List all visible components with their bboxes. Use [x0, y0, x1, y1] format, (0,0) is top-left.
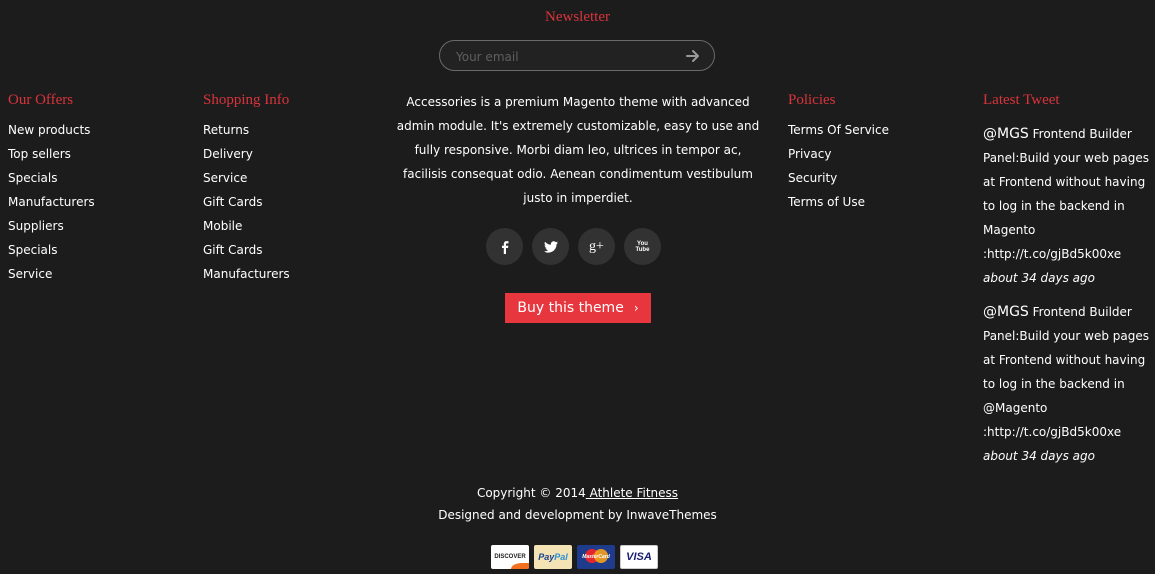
twitter-icon[interactable] — [532, 228, 569, 265]
paypal-card-icon: Pay Pal — [534, 545, 572, 569]
athlete-fitness-link[interactable]: Athlete Fitness — [586, 486, 679, 500]
latest-tweet-title: Latest Tweet — [983, 92, 1060, 108]
discover-label: DISCOVER — [494, 554, 526, 560]
newsletter-email-input[interactable] — [454, 47, 678, 67]
buy-theme-label: Buy this theme — [517, 300, 624, 316]
shopping-info-column: Shopping Info Returns Delivery Service G… — [203, 92, 290, 290]
offers-link[interactable]: Specials — [8, 242, 95, 266]
buy-theme-button[interactable]: Buy this theme › — [505, 293, 651, 323]
shopping-link[interactable]: Gift Cards — [203, 194, 290, 218]
mastercard-label: MasterCard — [582, 554, 610, 560]
tweet-time: about 34 days ago — [983, 271, 1095, 285]
tweet-time: about 34 days ago — [983, 449, 1095, 463]
arrow-right-icon[interactable] — [684, 48, 702, 64]
google-plus-icon[interactable]: g+ — [578, 228, 615, 265]
about-text: Accessories is a premium Magento theme w… — [396, 95, 760, 205]
paypal-pal-label: Pal — [554, 552, 568, 562]
policies-link[interactable]: Security — [788, 170, 889, 194]
policies-link[interactable]: Terms of Use — [788, 194, 889, 218]
tweet-item: @MGS Frontend Builder Panel:Build your w… — [983, 122, 1153, 290]
youtube-icon[interactable]: You Tube — [624, 228, 661, 265]
mastercard-card-icon: MasterCard — [577, 545, 615, 569]
offers-link[interactable]: Top sellers — [8, 146, 95, 170]
shopping-link[interactable]: Delivery — [203, 146, 290, 170]
credits-text: Designed and development by InwaveThemes — [438, 508, 717, 522]
tweet-text: Frontend Builder Panel:Build your web pa… — [983, 127, 1150, 261]
paypal-pay-label: Pay — [538, 552, 555, 562]
tweet-text: Frontend Builder Panel:Build your web pa… — [983, 305, 1150, 439]
offers-link[interactable]: Manufacturers — [8, 194, 95, 218]
payment-methods: DISCOVER Pay Pal MasterCard VISA — [491, 545, 661, 570]
tweet-handle[interactable]: @MGS — [983, 126, 1029, 142]
latest-tweet-column: Latest Tweet @MGS Frontend Builder Panel… — [983, 92, 1153, 468]
copyright: Copyright © 2014 Athlete Fitness — [0, 485, 1155, 502]
shopping-link[interactable]: Service — [203, 170, 290, 194]
tweet-handle[interactable]: @MGS — [983, 304, 1029, 320]
our-offers-title: Our Offers — [8, 92, 74, 108]
copyright-text: Copyright © 2014 — [476, 486, 586, 500]
google-plus-glyph: g+ — [589, 238, 604, 254]
offers-link[interactable]: New products — [8, 122, 95, 146]
discover-stripe — [511, 563, 529, 569]
policies-link[interactable]: Privacy — [788, 146, 889, 170]
shopping-link[interactable]: Returns — [203, 122, 290, 146]
tweet-item: @MGS Frontend Builder Panel:Build your w… — [983, 300, 1153, 468]
offers-link[interactable]: Suppliers — [8, 218, 95, 242]
chevron-right-icon: › — [633, 301, 639, 315]
our-offers-column: Our Offers New products Top sellers Spec… — [8, 92, 95, 290]
offers-link[interactable]: Service — [8, 266, 95, 290]
youtube-glyph: You Tube — [635, 240, 650, 253]
policies-column: Policies Terms Of Service Privacy Securi… — [788, 92, 889, 218]
policies-title: Policies — [788, 92, 836, 108]
shopping-link[interactable]: Mobile — [203, 218, 290, 242]
newsletter-form — [439, 40, 715, 71]
offers-link[interactable]: Specials — [8, 170, 95, 194]
social-links: g+ You Tube — [486, 228, 662, 265]
discover-card-icon: DISCOVER — [491, 545, 529, 569]
newsletter-title: Newsletter — [545, 9, 610, 25]
shopping-info-title: Shopping Info — [203, 92, 290, 108]
shopping-link[interactable]: Manufacturers — [203, 266, 290, 290]
shopping-link[interactable]: Gift Cards — [203, 242, 290, 266]
facebook-icon[interactable] — [486, 228, 523, 265]
policies-link[interactable]: Terms Of Service — [788, 122, 889, 146]
visa-label: VISA — [626, 551, 652, 563]
visa-card-icon: VISA — [620, 545, 658, 569]
